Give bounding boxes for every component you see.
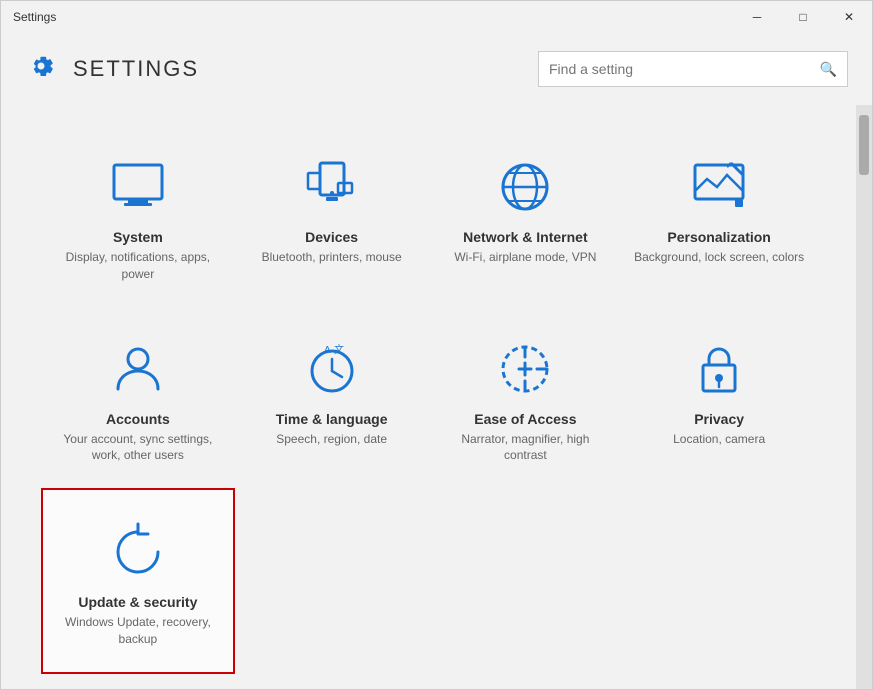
app-header: SETTINGS 🔍 [1,33,872,105]
svg-text:文: 文 [334,343,344,356]
tile-personalization-title: Personalization [667,229,770,245]
tile-ease-subtitle: Narrator, magnifier, high contrast [439,431,613,465]
tile-devices[interactable]: Devices Bluetooth, printers, mouse [235,125,429,307]
privacy-icon [687,337,751,401]
scrollbar[interactable] [856,105,872,689]
tile-network-title: Network & Internet [463,229,587,245]
personalization-icon [687,155,751,219]
time-icon: A 文 [300,337,364,401]
network-icon [493,155,557,219]
tile-personalization-subtitle: Background, lock screen, colors [634,249,804,266]
tile-system[interactable]: System Display, notifications, apps, pow… [41,125,235,307]
minimize-button[interactable]: ─ [734,1,780,33]
tile-network-subtitle: Wi-Fi, airplane mode, VPN [454,249,596,266]
header-title: SETTINGS [25,50,199,89]
tile-network[interactable]: Network & Internet Wi-Fi, airplane mode,… [429,125,623,307]
header-title-text: SETTINGS [73,56,199,82]
system-icon [106,155,170,219]
tile-update[interactable]: Update & security Windows Update, recove… [41,488,235,674]
scrollbar-thumb[interactable] [859,115,869,175]
tile-devices-subtitle: Bluetooth, printers, mouse [262,249,402,266]
devices-icon [300,155,364,219]
tile-time-subtitle: Speech, region, date [276,431,387,448]
titlebar: Settings ─ □ ✕ [1,1,872,33]
settings-gear-icon [25,50,57,89]
search-box[interactable]: 🔍 [538,51,848,87]
settings-window: Settings ─ □ ✕ SETTINGS 🔍 [0,0,873,690]
tile-system-subtitle: Display, notifications, apps, power [51,249,225,283]
titlebar-controls: ─ □ ✕ [734,1,872,33]
titlebar-title: Settings [13,10,56,24]
svg-text:A: A [324,345,331,356]
tile-system-title: System [113,229,163,245]
tile-privacy-subtitle: Location, camera [673,431,765,448]
settings-grid: System Display, notifications, apps, pow… [41,125,816,674]
search-icon: 🔍 [820,61,837,78]
ease-icon [493,337,557,401]
tile-devices-title: Devices [305,229,358,245]
titlebar-left: Settings [13,10,56,24]
tile-ease-title: Ease of Access [474,411,576,427]
tile-accounts-subtitle: Your account, sync settings, work, other… [51,431,225,465]
tile-personalization[interactable]: Personalization Background, lock screen,… [622,125,816,307]
tile-update-title: Update & security [78,594,197,610]
search-input[interactable] [549,61,820,77]
main-content: System Display, notifications, apps, pow… [1,105,872,689]
tile-time[interactable]: A 文 Time & language Speech, region, date [235,307,429,489]
tile-ease[interactable]: Ease of Access Narrator, magnifier, high… [429,307,623,489]
tile-privacy-title: Privacy [694,411,744,427]
tile-accounts[interactable]: Accounts Your account, sync settings, wo… [41,307,235,489]
accounts-icon [106,337,170,401]
maximize-button[interactable]: □ [780,1,826,33]
close-button[interactable]: ✕ [826,1,872,33]
settings-grid-area: System Display, notifications, apps, pow… [1,105,856,689]
tile-update-subtitle: Windows Update, recovery, backup [53,614,223,648]
tile-time-title: Time & language [276,411,388,427]
update-icon [106,520,170,584]
tile-privacy[interactable]: Privacy Location, camera [622,307,816,489]
tile-accounts-title: Accounts [106,411,170,427]
